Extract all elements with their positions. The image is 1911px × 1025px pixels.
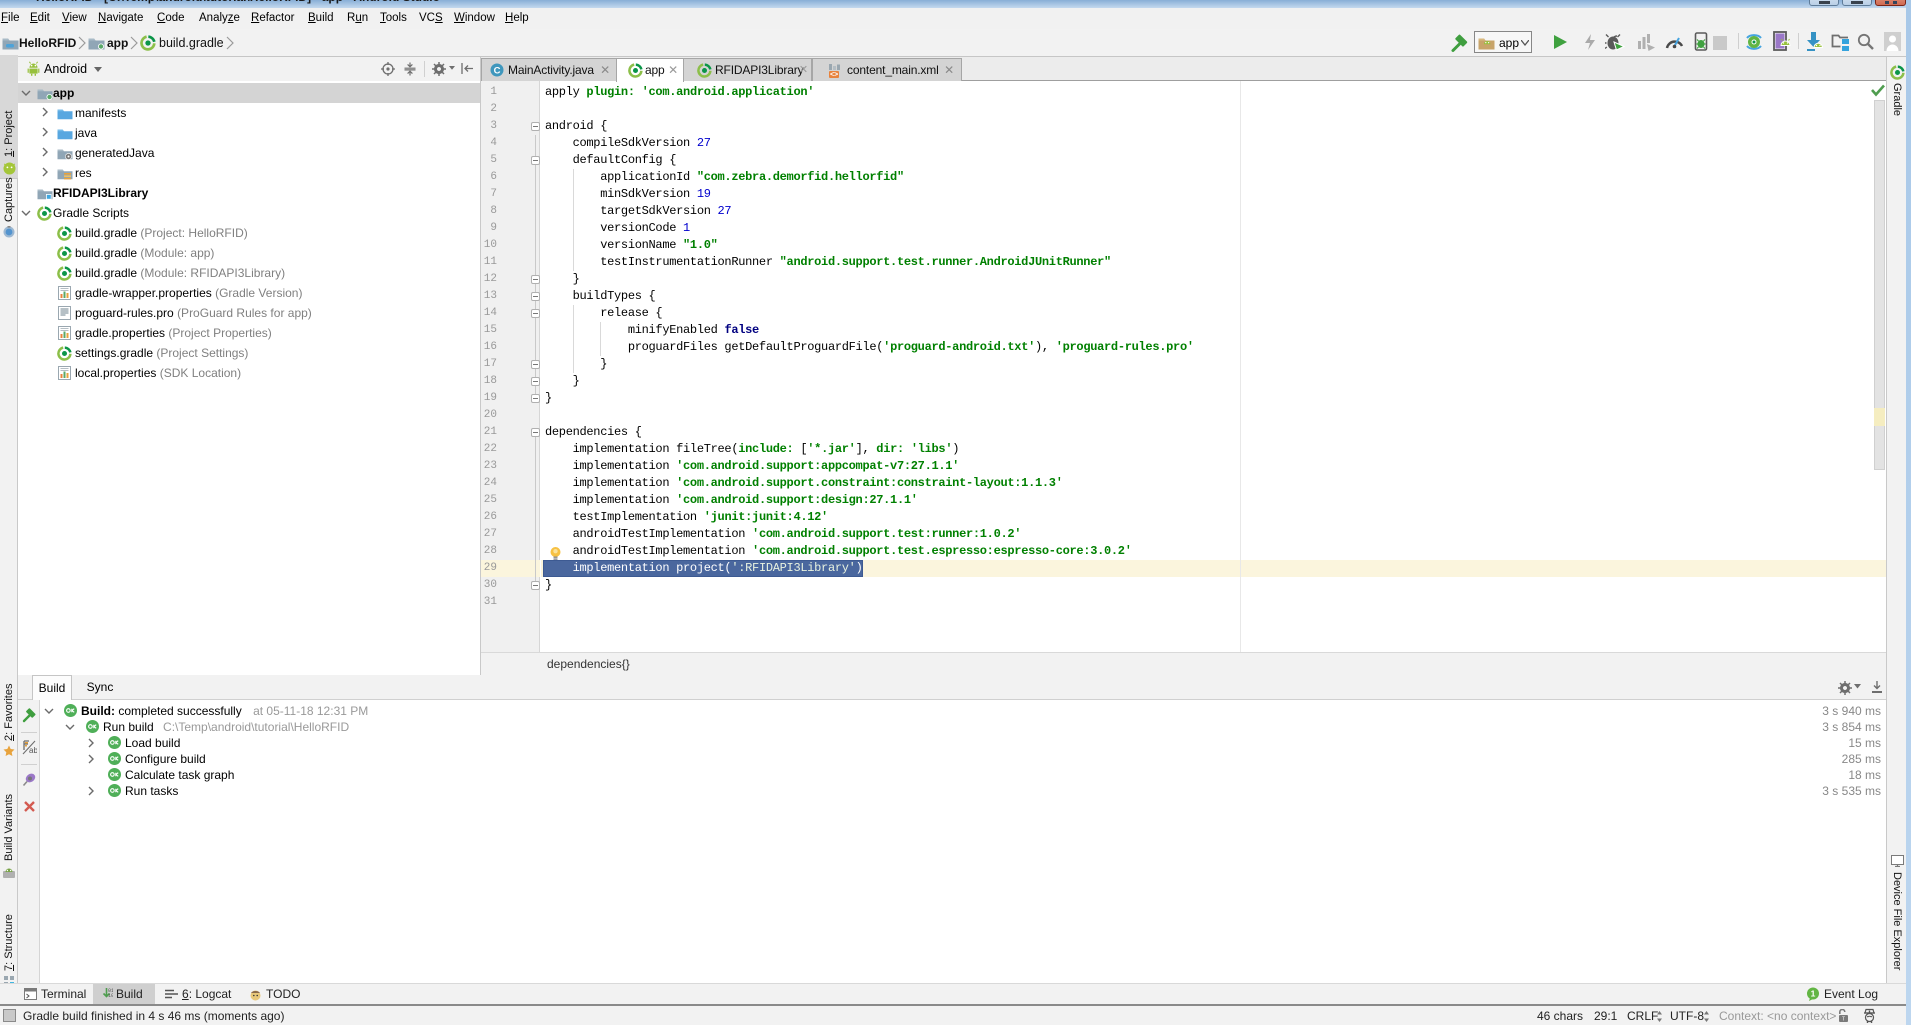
- svg-text:1: 1: [1811, 989, 1816, 999]
- svg-text:<>: <>: [830, 72, 838, 78]
- svg-text:ab: ab: [29, 746, 37, 755]
- svg-text:T: T: [1842, 1017, 1845, 1023]
- svg-text:C: C: [494, 66, 501, 77]
- svg-text:10: 10: [108, 993, 113, 999]
